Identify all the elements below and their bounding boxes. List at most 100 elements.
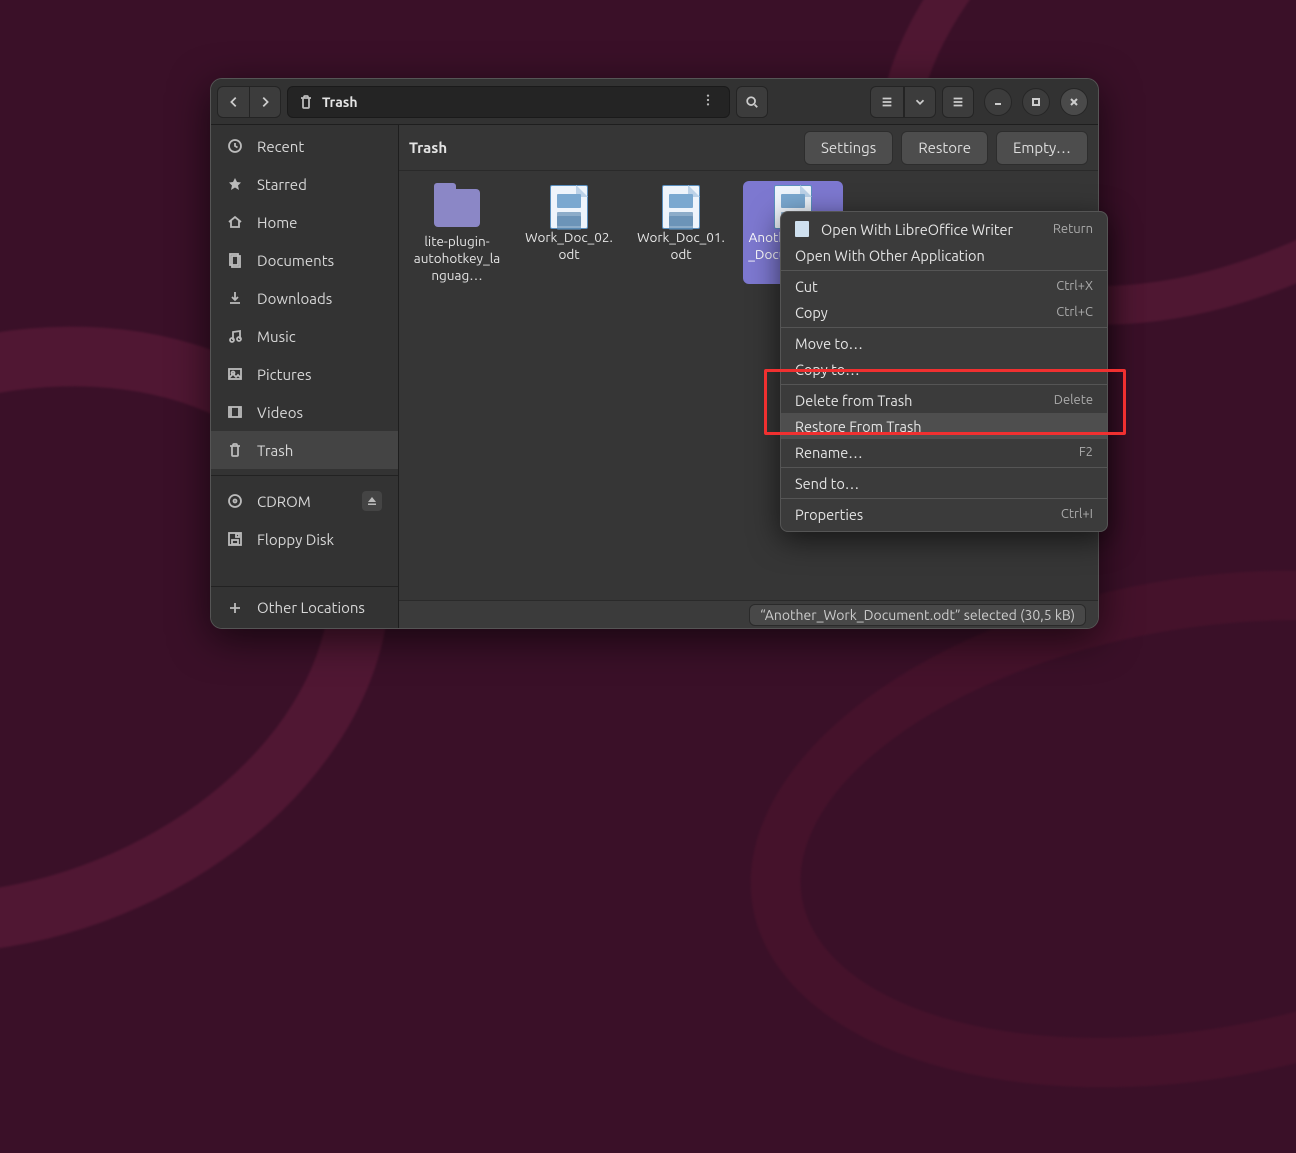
restore-button[interactable]: Restore xyxy=(901,131,988,165)
empty-trash-button[interactable]: Empty… xyxy=(996,131,1088,165)
ctx-shortcut: Delete xyxy=(1054,393,1093,407)
ctx-copy[interactable]: Copy Ctrl+C xyxy=(781,299,1107,325)
ctx-shortcut: Ctrl+X xyxy=(1056,279,1093,293)
file-item[interactable]: lite-plugin-autohotkey_languag… xyxy=(407,181,507,288)
file-item[interactable]: Work_Doc_01.odt xyxy=(631,181,731,267)
headerbar: Trash xyxy=(211,79,1098,125)
document-icon xyxy=(550,185,588,229)
ctx-separator xyxy=(781,270,1107,271)
statusbar: “Another_Work_Document.odt” selected (30… xyxy=(399,600,1098,628)
ctx-separator xyxy=(781,498,1107,499)
sidebar-item-label: CDROM xyxy=(257,493,311,510)
clock-icon xyxy=(227,138,243,154)
ctx-delete-from-trash[interactable]: Delete from Trash Delete xyxy=(781,387,1107,413)
sidebar-item-trash[interactable]: Trash xyxy=(211,431,398,469)
sidebar-item-pictures[interactable]: Pictures xyxy=(211,355,398,393)
sidebar-item-starred[interactable]: Starred xyxy=(211,165,398,203)
path-label: Trash xyxy=(322,94,358,110)
ctx-label: Open With LibreOffice Writer xyxy=(821,221,1013,238)
ctx-label: Cut xyxy=(795,278,818,295)
sidebar-item-recent[interactable]: Recent xyxy=(211,127,398,165)
home-icon xyxy=(227,214,243,230)
sidebar-item-downloads[interactable]: Downloads xyxy=(211,279,398,317)
eject-button[interactable] xyxy=(362,491,382,511)
sidebar-item-cdrom[interactable]: CDROM xyxy=(211,482,398,520)
ctx-label: Rename… xyxy=(795,444,863,461)
pictures-icon xyxy=(227,366,243,382)
maximize-button[interactable] xyxy=(1022,88,1050,116)
path-overflow-button[interactable] xyxy=(697,93,719,110)
nav-forward-button[interactable] xyxy=(249,86,281,118)
sidebar-item-videos[interactable]: Videos xyxy=(211,393,398,431)
file-name: Work_Doc_02.odt xyxy=(523,229,615,263)
view-list-button[interactable] xyxy=(870,86,904,118)
search-button[interactable] xyxy=(736,86,768,118)
location-title: Trash xyxy=(409,139,447,156)
ctx-open-with-writer[interactable]: Open With LibreOffice Writer Return xyxy=(781,216,1107,242)
ctx-label: Restore From Trash xyxy=(795,418,922,435)
ctx-label: Copy to… xyxy=(795,361,860,378)
ctx-shortcut: Ctrl+C xyxy=(1056,305,1093,319)
sidebar-other-locations[interactable]: Other Locations xyxy=(211,586,398,628)
file-item[interactable]: Work_Doc_02.odt xyxy=(519,181,619,267)
nav-group xyxy=(217,86,281,118)
ctx-separator xyxy=(781,327,1107,328)
sidebar-item-label: Trash xyxy=(257,442,293,459)
sidebar: Recent Starred Home Documents Downloads … xyxy=(211,125,399,628)
sidebar-item-label: Videos xyxy=(257,404,303,421)
videos-icon xyxy=(227,404,243,420)
sidebar-item-floppy[interactable]: Floppy Disk xyxy=(211,520,398,558)
ctx-cut[interactable]: Cut Ctrl+X xyxy=(781,273,1107,299)
sidebar-item-music[interactable]: Music xyxy=(211,317,398,355)
pathbar[interactable]: Trash xyxy=(287,86,730,118)
sidebar-item-label: Home xyxy=(257,214,297,231)
context-menu: Open With LibreOffice Writer Return Open… xyxy=(780,211,1108,532)
hamburger-menu-button[interactable] xyxy=(942,86,974,118)
ctx-shortcut: Return xyxy=(1053,222,1093,236)
sidebar-item-label: Other Locations xyxy=(257,599,365,616)
sidebar-item-home[interactable]: Home xyxy=(211,203,398,241)
document-icon xyxy=(795,221,809,237)
ctx-label: Properties xyxy=(795,506,863,523)
sidebar-item-label: Documents xyxy=(257,252,334,269)
sidebar-item-label: Floppy Disk xyxy=(257,531,334,548)
star-icon xyxy=(227,176,243,192)
ctx-label: Send to… xyxy=(795,475,859,492)
settings-button[interactable]: Settings xyxy=(804,131,893,165)
ctx-restore-from-trash[interactable]: Restore From Trash xyxy=(781,413,1107,439)
ctx-move-to[interactable]: Move to… xyxy=(781,330,1107,356)
music-icon xyxy=(227,328,243,344)
ctx-properties[interactable]: Properties Ctrl+I xyxy=(781,501,1107,527)
sidebar-item-documents[interactable]: Documents xyxy=(211,241,398,279)
documents-icon xyxy=(227,252,243,268)
trash-icon xyxy=(227,442,243,458)
trash-actionbar: Trash Settings Restore Empty… xyxy=(399,125,1098,171)
disc-icon xyxy=(227,493,243,509)
nav-back-button[interactable] xyxy=(217,86,249,118)
ctx-separator xyxy=(781,467,1107,468)
sidebar-item-label: Recent xyxy=(257,138,304,155)
close-button[interactable] xyxy=(1060,88,1088,116)
floppy-icon xyxy=(227,531,243,547)
ctx-shortcut: Ctrl+I xyxy=(1061,507,1093,521)
view-switch xyxy=(870,86,936,118)
ctx-label: Copy xyxy=(795,304,828,321)
minimize-button[interactable] xyxy=(984,88,1012,116)
ctx-send-to[interactable]: Send to… xyxy=(781,470,1107,496)
sidebar-item-label: Starred xyxy=(257,176,307,193)
file-name: lite-plugin-autohotkey_languag… xyxy=(411,233,503,284)
ctx-open-with-other[interactable]: Open With Other Application xyxy=(781,242,1107,268)
sidebar-separator xyxy=(211,475,398,476)
trash-icon xyxy=(298,94,314,110)
plus-icon xyxy=(227,600,243,616)
ctx-shortcut: F2 xyxy=(1079,445,1093,459)
sidebar-item-label: Music xyxy=(257,328,296,345)
selection-status: “Another_Work_Document.odt” selected (30… xyxy=(749,604,1086,626)
file-name: Work_Doc_01.odt xyxy=(635,229,727,263)
view-options-button[interactable] xyxy=(904,86,936,118)
sidebar-item-label: Pictures xyxy=(257,366,312,383)
ctx-label: Move to… xyxy=(795,335,863,352)
ctx-copy-to[interactable]: Copy to… xyxy=(781,356,1107,382)
ctx-rename[interactable]: Rename… F2 xyxy=(781,439,1107,465)
downloads-icon xyxy=(227,290,243,306)
